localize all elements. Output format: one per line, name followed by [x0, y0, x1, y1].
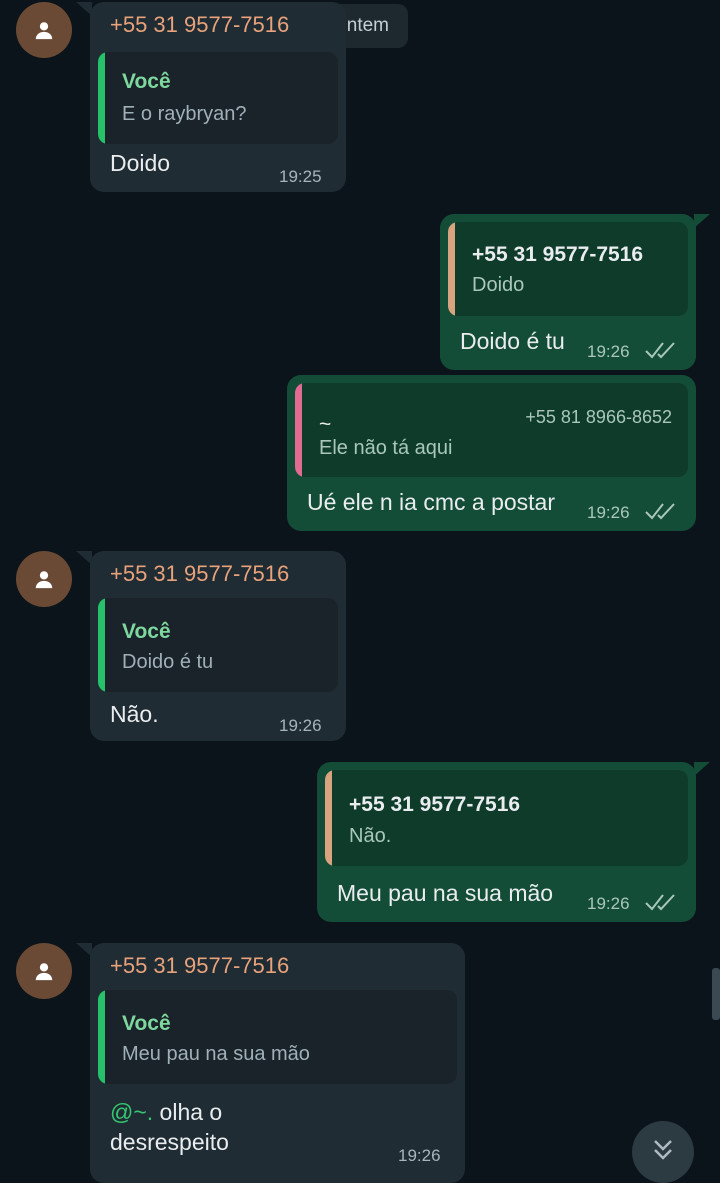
mention[interactable]: @~.	[110, 1099, 153, 1125]
quoted-message[interactable]: +55 31 9577-7516 Doido	[448, 222, 688, 316]
double-check-icon	[645, 503, 675, 520]
message-time: 19:26	[279, 716, 322, 735]
quote-author: Você	[122, 620, 171, 643]
quoted-message[interactable]: Você Doido é tu	[98, 598, 338, 692]
message-time: 19:25	[279, 167, 322, 186]
double-check-icon	[645, 342, 675, 359]
person-icon	[35, 22, 53, 40]
message-time: 19:26	[587, 342, 630, 361]
quoted-message[interactable]: Você E o raybryan?	[98, 52, 338, 144]
double-check-icon	[645, 894, 675, 911]
avatar[interactable]	[16, 551, 72, 607]
sender-name[interactable]: +55 31 9577-7516	[110, 12, 289, 38]
message-text: Doido	[110, 150, 171, 176]
quote-author: Você	[122, 70, 171, 93]
quote-text: Ele não tá aqui	[319, 437, 453, 459]
scrollbar-thumb[interactable]	[712, 968, 720, 1020]
quote-phone: +55 81 8966-8652	[525, 407, 672, 427]
message-text: Doido é tu	[460, 328, 565, 354]
quote-author: +55 31 9577-7516	[349, 793, 521, 816]
avatar[interactable]	[16, 943, 72, 999]
sender-name[interactable]: +55 31 9577-7516	[110, 953, 289, 979]
message-time: 19:26	[398, 1146, 441, 1165]
message-time: 19:26	[587, 503, 630, 522]
quote-text: Doido é tu	[122, 651, 214, 673]
person-icon	[35, 571, 53, 589]
avatar[interactable]	[16, 2, 72, 58]
message-bubble-outgoing[interactable]: +55 31 9577-7516 Não. Meu pau na sua mão…	[317, 762, 710, 922]
quoted-message[interactable]: Você Meu pau na sua mão	[98, 990, 457, 1084]
person-icon	[35, 963, 53, 981]
message-text: Ué ele n ia cmc a postar	[307, 489, 556, 515]
message-bubble-outgoing[interactable]: ~ +55 81 8966-8652 Ele não tá aqui Ué el…	[287, 375, 696, 531]
message-bubble-incoming[interactable]: +55 31 9577-7516 Você Meu pau na sua mão…	[76, 943, 465, 1183]
quoted-message[interactable]: ~ +55 81 8966-8652 Ele não tá aqui	[295, 383, 688, 477]
message-text: Meu pau na sua mão	[337, 880, 554, 906]
message-text-line1: @~. olha o	[110, 1099, 222, 1126]
quote-text: E o raybryan?	[122, 103, 247, 125]
message-text: olha o	[153, 1099, 223, 1125]
quote-author: ~	[319, 413, 332, 436]
quoted-message[interactable]: +55 31 9577-7516 Não.	[325, 770, 688, 866]
message-text: Não.	[110, 701, 159, 727]
quote-author: +55 31 9577-7516	[472, 243, 644, 266]
quote-text: Doido	[472, 274, 525, 296]
sender-name[interactable]: +55 31 9577-7516	[110, 561, 289, 587]
message-bubble-outgoing[interactable]: +55 31 9577-7516 Doido Doido é tu 19:26	[440, 214, 710, 370]
message-time: 19:26	[587, 894, 630, 913]
message-bubble-incoming[interactable]: +55 31 9577-7516 Você Doido é tu Não. 19…	[76, 551, 346, 741]
quote-text: Meu pau na sua mão	[122, 1043, 310, 1065]
quote-text: Não.	[349, 825, 392, 847]
double-chevron-down-icon	[654, 1140, 672, 1160]
quote-author: Você	[122, 1012, 171, 1035]
message-text-line2: desrespeito	[110, 1129, 229, 1155]
scroll-to-bottom-button[interactable]	[632, 1121, 694, 1183]
message-bubble-incoming[interactable]: +55 31 9577-7516 Você E o raybryan? Doid…	[76, 2, 346, 192]
